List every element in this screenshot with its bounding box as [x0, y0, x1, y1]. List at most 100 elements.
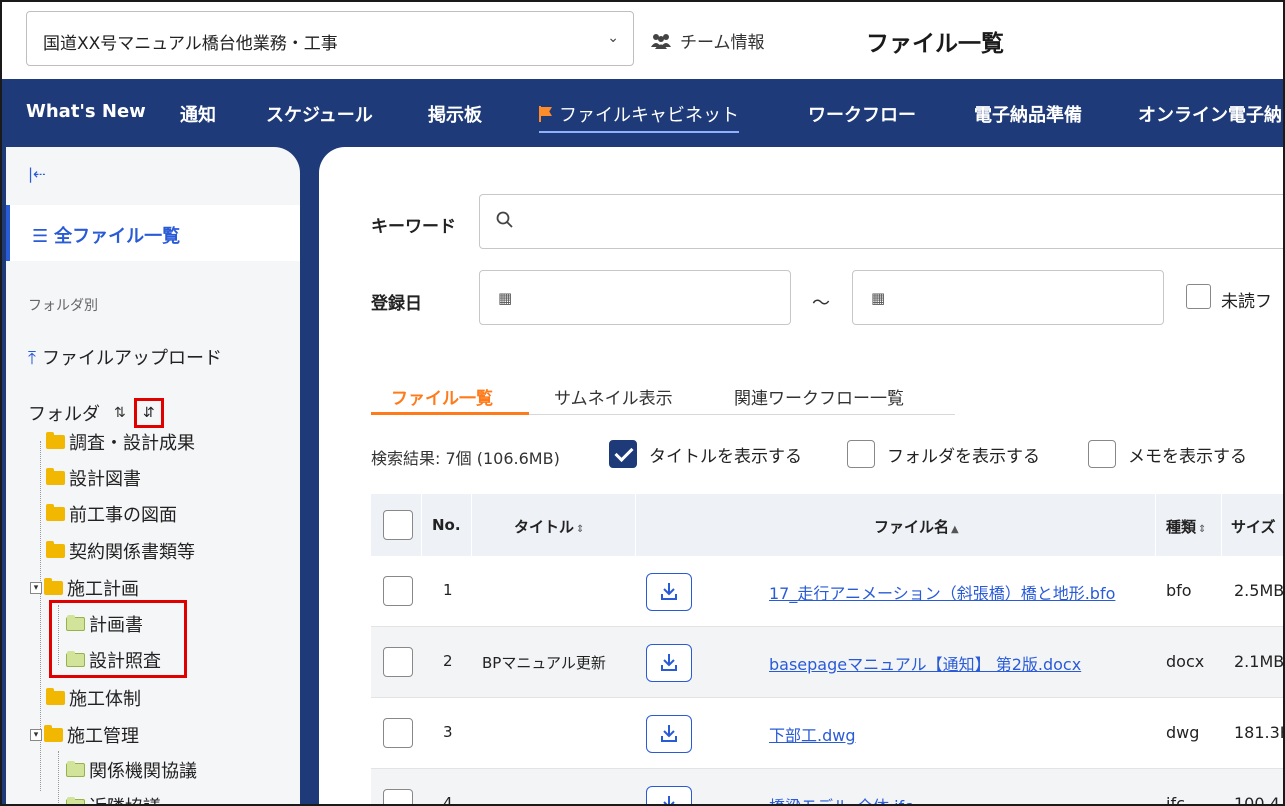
- file-link[interactable]: 橋梁モデル_全体.ifc: [769, 793, 913, 804]
- download-button[interactable]: [646, 715, 692, 753]
- upload-label: ファイルアップロード: [41, 348, 222, 369]
- show-folder-option[interactable]: フォルダを表示する: [847, 440, 1040, 468]
- folder-icon: [66, 797, 85, 804]
- date-from-input[interactable]: ▦: [479, 270, 791, 325]
- download-button[interactable]: [646, 573, 692, 611]
- folder-item[interactable]: 前工事の図面: [46, 501, 177, 527]
- collapse-toggle-icon[interactable]: ▾: [30, 729, 42, 741]
- expand-all-icon[interactable]: ⇵: [133, 398, 164, 428]
- show-folder-checkbox[interactable]: [847, 440, 875, 468]
- download-button[interactable]: [646, 786, 692, 804]
- sidebar-item-all-files[interactable]: ☰ 全ファイル一覧: [6, 205, 300, 261]
- row-checkbox[interactable]: [383, 718, 413, 748]
- active-tab-indicator: [371, 412, 529, 415]
- nav-board[interactable]: 掲示板: [428, 101, 482, 127]
- nav-schedule[interactable]: スケジュール: [266, 101, 373, 127]
- show-memo-checkbox[interactable]: [1088, 440, 1116, 468]
- row-checkbox[interactable]: [383, 576, 413, 606]
- folder-icon: [46, 541, 65, 558]
- show-folder-label: フォルダを表示する: [887, 446, 1040, 467]
- team-info-label: チーム情報: [680, 33, 765, 53]
- folder-icon: [46, 504, 65, 521]
- tab-file-list[interactable]: ファイル一覧: [391, 384, 493, 409]
- folder-item[interactable]: 施工体制: [46, 685, 141, 711]
- select-all-checkbox[interactable]: [383, 510, 413, 540]
- table-row: 4 橋梁モデル_全体.ifc ifc 100.4: [371, 769, 1283, 806]
- folder-label: 契約関係書類等: [69, 542, 195, 563]
- collapse-toggle-icon[interactable]: ▾: [30, 582, 42, 594]
- keyword-input[interactable]: [479, 194, 1283, 249]
- team-info-link[interactable]: チーム情報: [650, 28, 765, 53]
- table-row: 3 下部工.dwg dwg 181.3KB: [371, 698, 1283, 769]
- folder-item[interactable]: 調査・設計成果: [46, 429, 195, 455]
- nav-workflow[interactable]: ワークフロー: [808, 101, 916, 127]
- tab-related-workflow[interactable]: 関連ワークフロー一覧: [734, 384, 904, 409]
- show-title-checkbox[interactable]: [609, 440, 637, 468]
- page-title: ファイル一覧: [866, 31, 1004, 57]
- row-title: BPマニュアル更新: [482, 654, 606, 672]
- row-size: 100.4: [1234, 794, 1280, 806]
- column-title[interactable]: タイトル ⇕: [514, 516, 584, 537]
- folder-label: 施工体制: [69, 689, 141, 710]
- folder-label: フォルダ: [28, 404, 100, 425]
- column-divider: [471, 494, 472, 556]
- view-tabs: ファイル一覧 サムネイル表示 関連ワークフロー一覧: [371, 379, 955, 415]
- team-icon: [651, 33, 671, 49]
- unread-checkbox[interactable]: [1186, 284, 1211, 309]
- folder-item[interactable]: ▾ 施工計画: [30, 575, 139, 601]
- folder-item[interactable]: ▾ 施工管理: [30, 722, 139, 748]
- table-row: 1 17_走行アニメーション（斜張橋）橋と地形.bfo bfo 2.5MB: [371, 556, 1283, 627]
- upload-link[interactable]: ⤒ ファイルアップロード: [28, 344, 222, 370]
- tab-thumbnail[interactable]: サムネイル表示: [554, 384, 673, 409]
- nav-whats-new[interactable]: What's New: [26, 101, 146, 122]
- date-range-separator: ～: [812, 293, 830, 314]
- download-button[interactable]: [646, 644, 692, 682]
- chevron-down-icon: ⌄: [607, 30, 619, 46]
- column-size: サイズ: [1231, 518, 1276, 536]
- folder-header: フォルダ ⇅ ⇵: [28, 398, 164, 428]
- download-icon: [663, 796, 675, 804]
- collapse-all-icon[interactable]: ⇅: [114, 406, 126, 420]
- folder-label: 調査・設計成果: [69, 433, 195, 454]
- row-checkbox[interactable]: [383, 647, 413, 677]
- table-row: 2 BPマニュアル更新 basepageマニュアル【通知】 第2版.docx d…: [371, 627, 1285, 698]
- date-to-input[interactable]: ▦: [852, 270, 1164, 325]
- main-nav: What's New 通知 スケジュール 掲示板 ファイルキャビネット ワークフ…: [2, 79, 1283, 147]
- nav-delivery-prep[interactable]: 電子納品準備: [974, 101, 1082, 127]
- row-size: 181.3KB: [1234, 723, 1283, 742]
- nav-online-delivery[interactable]: オンライン電子納: [1138, 101, 1282, 127]
- upload-icon: ⤒: [28, 348, 36, 369]
- column-kind[interactable]: 種類 ⇕: [1166, 516, 1206, 537]
- column-filename-label: ファイル名: [874, 518, 950, 536]
- app-window: 国道XX号マニュアル橋台他業務・工事 ⌄ チーム情報 ファイル一覧 What's…: [0, 0, 1285, 806]
- show-title-option[interactable]: タイトルを表示する: [609, 440, 802, 468]
- row-size: 2.1MB: [1234, 652, 1285, 671]
- show-memo-option[interactable]: メモを表示する: [1088, 440, 1247, 468]
- file-link[interactable]: 17_走行アニメーション（斜張橋）橋と地形.bfo: [769, 580, 1115, 604]
- file-link[interactable]: 下部工.dwg: [769, 722, 856, 746]
- column-title-label: タイトル: [514, 518, 575, 536]
- folder-icon: [44, 725, 63, 742]
- collapse-sidebar-icon[interactable]: |⇠: [28, 165, 46, 183]
- folder-item[interactable]: 設計図書: [46, 465, 141, 491]
- row-no: 4: [443, 794, 453, 806]
- row-kind: dwg: [1166, 723, 1200, 742]
- folder-item[interactable]: 契約関係書類等: [46, 538, 195, 564]
- column-kind-label: 種類: [1166, 518, 1197, 536]
- top-bar: 国道XX号マニュアル橋台他業務・工事 ⌄ チーム情報 ファイル一覧: [2, 2, 1283, 79]
- folder-label: 前工事の図面: [69, 505, 177, 526]
- row-checkbox[interactable]: [383, 789, 413, 804]
- project-select[interactable]: 国道XX号マニュアル橋台他業務・工事 ⌄: [26, 11, 634, 66]
- download-icon: [661, 583, 677, 600]
- sidebar: |⇠ ☰ 全ファイル一覧 フォルダ別 ⤒ ファイルアップロード フォルダ ⇅ ⇵ 調…: [6, 147, 300, 804]
- folder-item[interactable]: 近隣協議: [66, 793, 161, 804]
- file-link[interactable]: basepageマニュアル【通知】 第2版.docx: [769, 651, 1081, 675]
- folder-icon: [66, 761, 85, 777]
- nav-notice[interactable]: 通知: [180, 101, 216, 127]
- column-divider: [1221, 494, 1222, 556]
- nav-file-cabinet-label: ファイルキャビネット: [559, 105, 739, 126]
- column-filename[interactable]: ファイル名 ▲: [874, 516, 959, 537]
- nav-file-cabinet[interactable]: ファイルキャビネット: [539, 101, 739, 133]
- folder-item[interactable]: 関係機関協議: [66, 757, 197, 783]
- sort-icon: ⇕: [576, 524, 585, 535]
